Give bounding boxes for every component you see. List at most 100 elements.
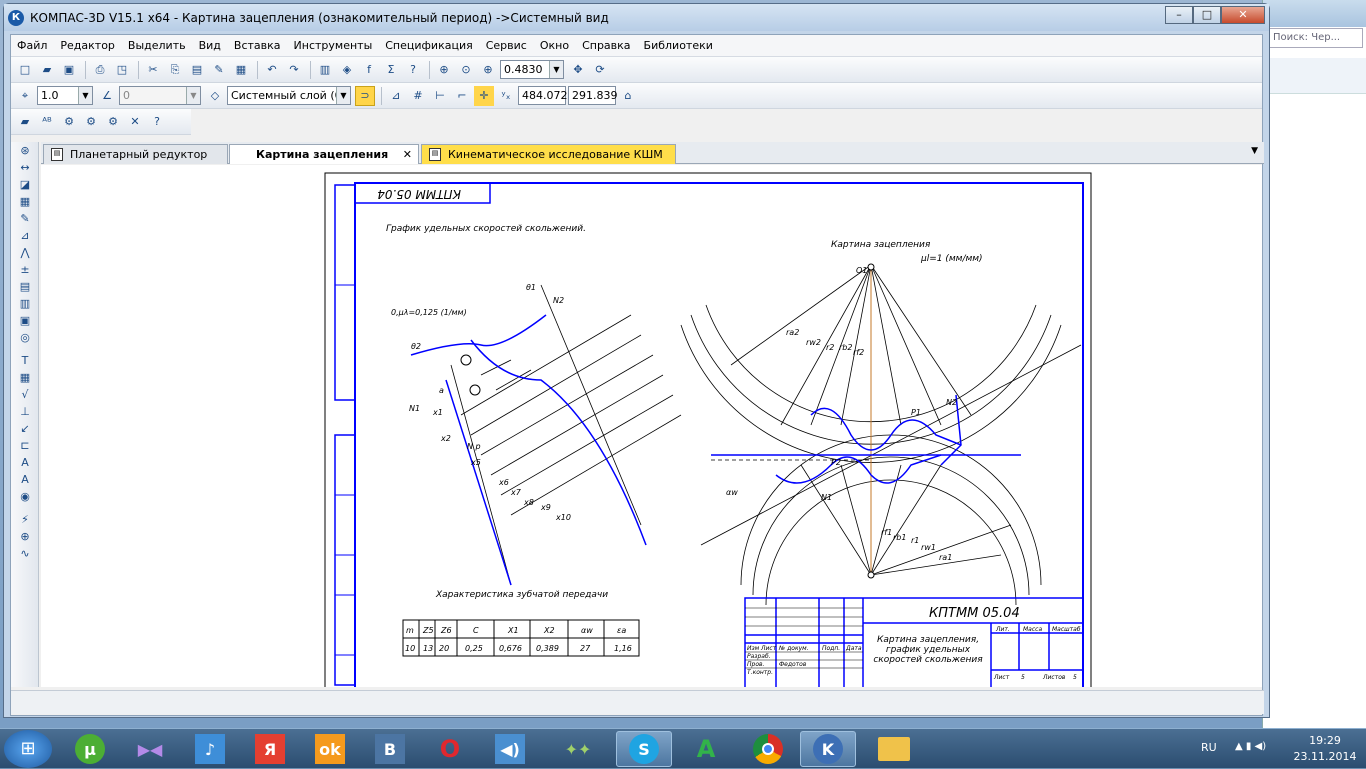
grid-icon[interactable]: #	[408, 86, 428, 106]
odnoklassniki-icon[interactable]: ok	[302, 731, 358, 767]
background-search-input[interactable]: Поиск: Чер...	[1269, 28, 1363, 48]
position-icon[interactable]: ⊏	[14, 437, 36, 454]
explorer-icon[interactable]	[866, 731, 922, 767]
menu-libraries[interactable]: Библиотеки	[644, 39, 713, 52]
arrow-view-icon[interactable]: A	[14, 471, 36, 488]
fragment-icon[interactable]: ▣	[14, 312, 36, 329]
wrench-icon[interactable]: ✕	[125, 112, 145, 132]
library-icon[interactable]: ◈	[337, 60, 357, 80]
section-icon[interactable]: A	[14, 454, 36, 471]
clock-time[interactable]: 19:29	[1293, 734, 1357, 747]
lib-folder-icon[interactable]: ▰	[15, 112, 35, 132]
designations-icon[interactable]: ◪	[14, 176, 36, 193]
music-icon[interactable]: ♪	[182, 731, 238, 767]
skype-icon[interactable]: S	[616, 731, 672, 767]
close-button[interactable]: ✕	[1221, 6, 1265, 24]
select-icon[interactable]: ⋀	[14, 244, 36, 261]
manager-icon[interactable]: ▥	[315, 60, 335, 80]
edit-icon[interactable]: ▦	[14, 193, 36, 210]
reports-icon[interactable]: ▤	[14, 278, 36, 295]
table-icon[interactable]: ▦	[14, 369, 36, 386]
redo-icon[interactable]: ↷	[284, 60, 304, 80]
menu-file[interactable]: Файл	[17, 39, 47, 52]
zoom-fit-icon[interactable]: ⊙	[456, 60, 476, 80]
menu-help[interactable]: Справка	[582, 39, 630, 52]
base-icon[interactable]: ⊥	[14, 403, 36, 420]
geometry-icon[interactable]: ⊛	[14, 142, 36, 159]
help-icon[interactable]: ?	[147, 112, 167, 132]
brush-icon[interactable]: ✎	[209, 60, 229, 80]
drawing-canvas[interactable]: КПТММ 05.04 График удельных скоростей ск…	[41, 165, 1262, 687]
local-cs-icon[interactable]: ⊢	[430, 86, 450, 106]
language-indicator[interactable]: RU	[1201, 741, 1217, 754]
angle-icon[interactable]: ∠	[97, 86, 117, 106]
tab-planetary[interactable]: ▤ Планетарный редуктор	[43, 144, 228, 164]
utorrent-icon[interactable]: µ	[62, 731, 118, 767]
view-icon[interactable]: ◎	[14, 329, 36, 346]
kompas-taskbar-icon[interactable]: K	[800, 731, 856, 767]
tab-kinematic[interactable]: ▤ Кинематическое исследование КШМ	[421, 144, 676, 164]
parametrization-icon[interactable]: ✎	[14, 210, 36, 227]
copy-icon[interactable]: ⎘	[165, 60, 185, 80]
refresh-icon[interactable]: ⟳	[590, 60, 610, 80]
calc-icon[interactable]: Σ	[381, 60, 401, 80]
measure-icon[interactable]: ⌂	[618, 86, 638, 106]
yandex-icon[interactable]: Я	[242, 731, 298, 767]
chrome-icon[interactable]	[740, 731, 796, 767]
menu-tools[interactable]: Инструменты	[294, 39, 373, 52]
vk-icon[interactable]: B	[362, 731, 418, 767]
measure-tool-icon[interactable]: ⊿	[14, 227, 36, 244]
maximize-button[interactable]: □	[1193, 6, 1221, 24]
step-combo[interactable]: 1.0 ▼	[37, 86, 93, 105]
menu-view[interactable]: Вид	[199, 39, 221, 52]
insert-icon[interactable]: ▥	[14, 295, 36, 312]
tabs-menu-icon[interactable]: ▼	[1251, 146, 1258, 156]
background-window[interactable]: Поиск: Чер...	[1262, 0, 1366, 728]
menu-specification[interactable]: Спецификация	[385, 39, 472, 52]
roughness-icon[interactable]: √	[14, 386, 36, 403]
help-pointer-icon[interactable]: ?	[403, 60, 423, 80]
paste-icon[interactable]: ▤	[187, 60, 207, 80]
zoom-value-combo[interactable]: 0.4830 ▼	[500, 60, 564, 79]
visual-studio-icon[interactable]: ▶◀	[122, 731, 178, 767]
preview-icon[interactable]: ◳	[112, 60, 132, 80]
menu-insert[interactable]: Вставка	[234, 39, 281, 52]
cursor-coords-icon[interactable]: ✛	[474, 85, 494, 106]
zoom-in-icon[interactable]: ⊕	[478, 60, 498, 80]
lib-tool3-icon[interactable]: ⚙	[103, 112, 123, 132]
layer-icon[interactable]: ◇	[205, 86, 225, 106]
titlebar[interactable]: К КОМПАС-3D V15.1 x64 - Картина зацеплен…	[4, 4, 1269, 31]
dimensions-icon[interactable]: ↔	[14, 159, 36, 176]
lightning-icon[interactable]: ⚡	[14, 511, 36, 528]
save-icon[interactable]: ▣	[59, 60, 79, 80]
text-icon[interactable]: T	[14, 352, 36, 369]
tab-mesh[interactable]: Картина зацепления ✕	[229, 144, 419, 164]
grid-step-icon[interactable]: ⌖	[15, 86, 35, 106]
start-button[interactable]: ⊞	[4, 730, 52, 768]
coord-x-field[interactable]: 484.072	[518, 86, 568, 105]
minimize-button[interactable]: –	[1165, 6, 1193, 24]
opera-icon[interactable]: O	[422, 731, 478, 767]
zoom-window-icon[interactable]: ⊕	[434, 60, 454, 80]
clock-date[interactable]: 23.11.2014	[1293, 750, 1357, 763]
spec-icon[interactable]: ±	[14, 261, 36, 278]
lib-ab-icon[interactable]: ᴬᴮ	[37, 112, 57, 132]
snap-round-icon[interactable]: ⌐	[452, 86, 472, 106]
audio-icon[interactable]: ◀)	[482, 731, 538, 767]
coord-y-field[interactable]: 291.839	[568, 86, 618, 105]
variables-icon[interactable]: f	[359, 60, 379, 80]
mark-icon[interactable]: ◉	[14, 488, 36, 505]
snap-magnet-icon[interactable]: ⊃	[355, 85, 375, 106]
lib-tool2-icon[interactable]: ⚙	[81, 112, 101, 132]
new-file-icon[interactable]: □	[15, 60, 35, 80]
kompas-a-icon[interactable]: A	[678, 731, 734, 767]
leader-icon[interactable]: ↙	[14, 420, 36, 437]
undo-icon[interactable]: ↶	[262, 60, 282, 80]
close-tab-icon[interactable]: ✕	[403, 148, 412, 161]
lib-tool1-icon[interactable]: ⚙	[59, 112, 79, 132]
menu-service[interactable]: Сервис	[486, 39, 527, 52]
angle-combo[interactable]: 0 ▼	[119, 86, 201, 105]
menu-edit[interactable]: Редактор	[60, 39, 115, 52]
menu-select[interactable]: Выделить	[128, 39, 186, 52]
print-icon[interactable]: ⎙	[90, 60, 110, 80]
